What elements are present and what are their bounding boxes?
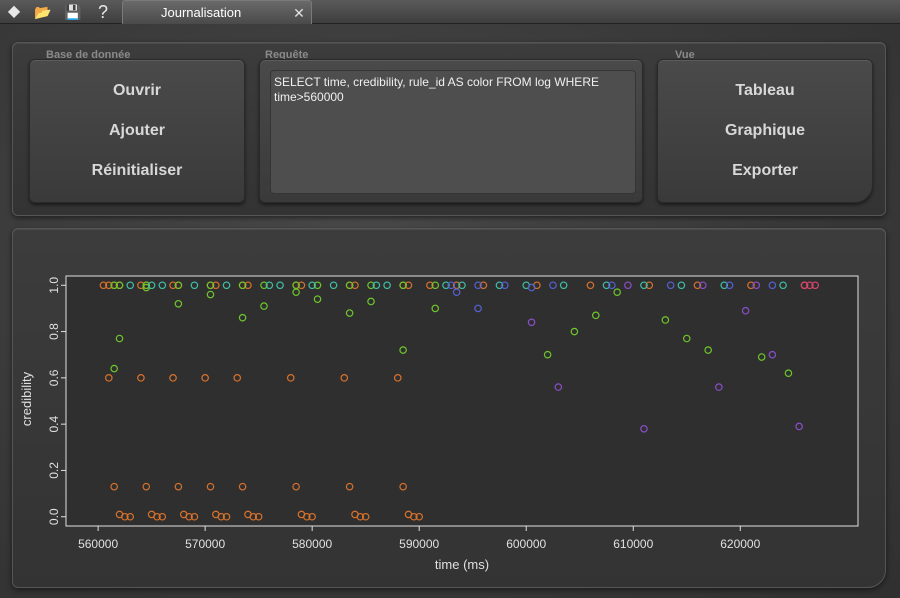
- control-panel: Base de donnée Ouvrir Ajouter Réinitiali…: [12, 42, 886, 216]
- table-button[interactable]: Tableau: [658, 78, 872, 104]
- open-button[interactable]: Ouvrir: [30, 78, 244, 104]
- x-tick-label: 580000: [292, 537, 332, 551]
- close-icon[interactable]: ✕: [291, 1, 307, 25]
- query-panel: SELECT time, credibility, rule_id AS col…: [259, 59, 643, 203]
- tab-journalisation[interactable]: Journalisation ✕: [122, 0, 312, 24]
- diamond-icon[interactable]: ◆: [4, 2, 24, 22]
- y-tick-label: 0.4: [47, 415, 61, 432]
- top-toolbar: ◆ 📂 💾 ? Journalisation ✕: [0, 0, 900, 24]
- query-input[interactable]: SELECT time, credibility, rule_id AS col…: [270, 70, 636, 194]
- open-folder-icon[interactable]: 📂: [33, 2, 53, 22]
- y-axis-label: credibility: [19, 371, 34, 426]
- x-axis-label: time (ms): [435, 557, 489, 572]
- x-tick-label: 600000: [506, 537, 546, 551]
- y-tick-label: 0.6: [47, 369, 61, 386]
- database-button-group: Ouvrir Ajouter Réinitialiser: [29, 59, 245, 203]
- reset-button[interactable]: Réinitialiser: [30, 158, 244, 184]
- add-button[interactable]: Ajouter: [30, 118, 244, 144]
- y-tick-label: 0.8: [47, 323, 61, 340]
- x-tick-label: 560000: [78, 537, 118, 551]
- export-button[interactable]: Exporter: [658, 158, 872, 184]
- plot-area: [65, 275, 859, 527]
- x-tick-label: 590000: [399, 537, 439, 551]
- tab-title: Journalisation: [161, 5, 242, 20]
- chart-button[interactable]: Graphique: [658, 118, 872, 144]
- view-button-group: Tableau Graphique Exporter: [657, 59, 873, 203]
- scatter-chart: 560000 570000 580000 590000 600000 610000 6200…: [19, 275, 859, 572]
- x-tick-label: 610000: [613, 537, 653, 551]
- x-tick-label: 570000: [185, 537, 225, 551]
- chart-panel: 560000 570000 580000 590000 600000 610000 6200…: [12, 228, 886, 588]
- x-tick-label: 620000: [720, 537, 760, 551]
- help-icon[interactable]: ?: [93, 2, 113, 22]
- save-icon[interactable]: 💾: [63, 2, 83, 22]
- y-tick-label: 0.2: [47, 462, 61, 479]
- y-tick-label: 0.0: [47, 508, 61, 525]
- y-tick-label: 1.0: [47, 277, 61, 294]
